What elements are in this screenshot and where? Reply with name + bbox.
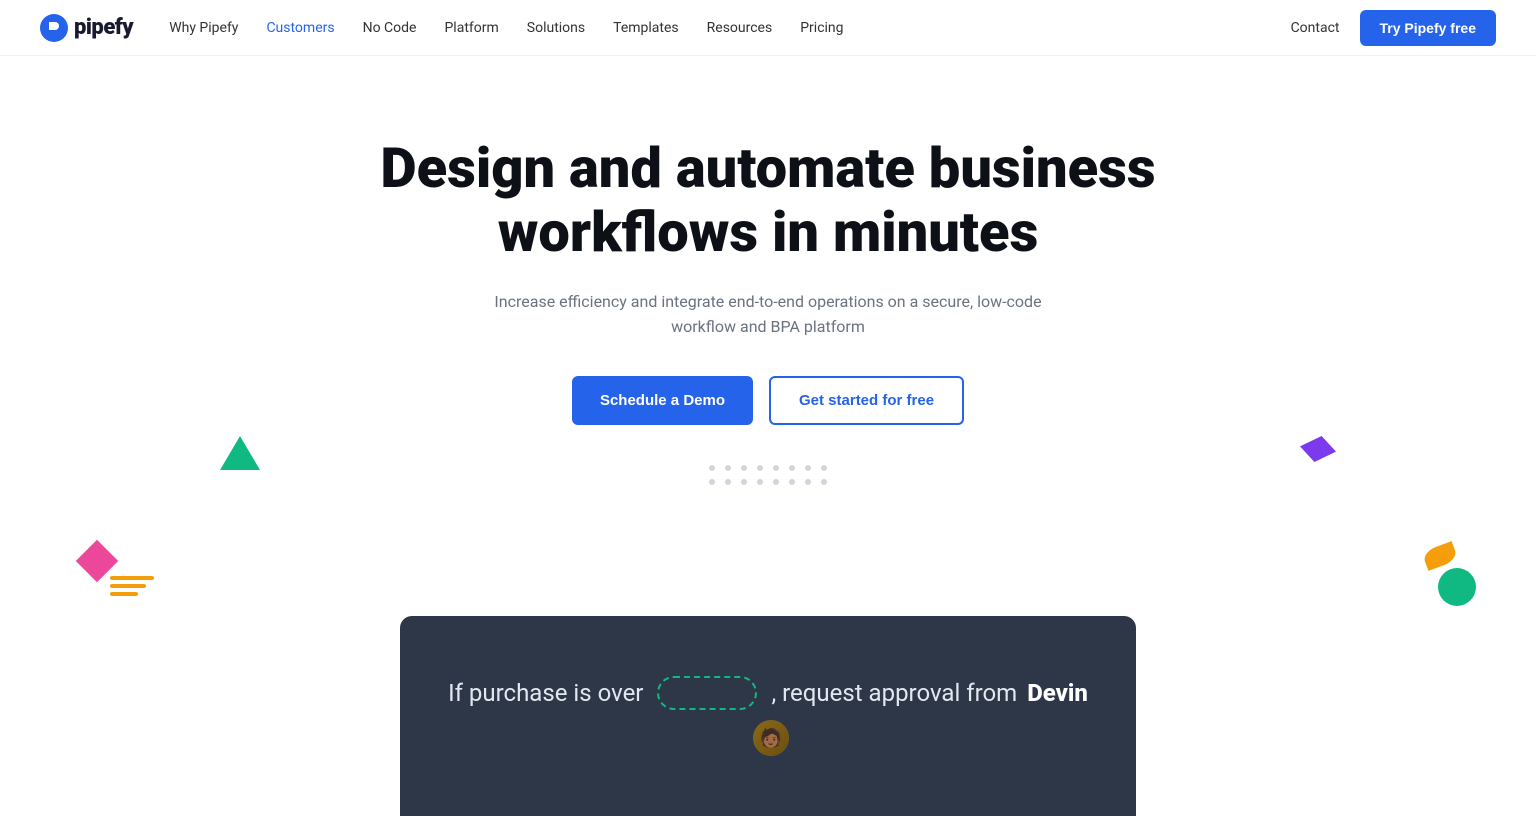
dark-section-wrapper: If purchase is over , request approval f… [0, 616, 1536, 816]
workflow-after-text: , request approval from [771, 679, 1017, 707]
nav-resources[interactable]: Resources [707, 20, 773, 36]
schedule-demo-button[interactable]: Schedule a Demo [572, 376, 753, 425]
contact-link[interactable]: Contact [1291, 20, 1340, 36]
workflow-demo-section: If purchase is over , request approval f… [400, 616, 1136, 816]
navbar: pipefy Why Pipefy Customers No Code Plat… [0, 0, 1536, 56]
try-pipefy-button[interactable]: Try Pipefy free [1360, 10, 1497, 46]
purple-shape-decoration [1300, 436, 1336, 462]
workflow-text: If purchase is over , request approval f… [440, 676, 1096, 756]
dots-decoration [40, 465, 1496, 485]
orange-leaf-decoration [1422, 541, 1459, 571]
dashed-input-box [657, 676, 757, 710]
nav-no-code[interactable]: No Code [363, 20, 417, 36]
hero-headline: Design and automate business workflows i… [378, 136, 1158, 265]
logo-text: pipefy [74, 15, 133, 40]
logo[interactable]: pipefy [40, 14, 133, 42]
workflow-name: Devin [1027, 679, 1088, 707]
get-started-button[interactable]: Get started for free [769, 376, 964, 425]
nav-why-pipefy[interactable]: Why Pipefy [169, 20, 238, 36]
hero-subtitle: Increase efficiency and integrate end-to… [478, 289, 1058, 340]
nav-platform[interactable]: Platform [444, 20, 498, 36]
pink-diamond-decoration [76, 540, 118, 582]
avatar-image: 🧑🏾 [753, 720, 789, 756]
nav-pricing[interactable]: Pricing [800, 20, 843, 36]
nav-links: Why Pipefy Customers No Code Platform So… [169, 20, 1290, 36]
nav-right: Contact Try Pipefy free [1291, 10, 1496, 46]
green-circle-decoration [1438, 568, 1476, 606]
hero-section: Design and automate business workflows i… [0, 56, 1536, 616]
nav-templates[interactable]: Templates [613, 20, 679, 36]
nav-solutions[interactable]: Solutions [527, 20, 585, 36]
hero-buttons: Schedule a Demo Get started for free [40, 376, 1496, 425]
nav-customers[interactable]: Customers [266, 20, 334, 36]
yellow-lines-decoration [110, 576, 154, 596]
avatar: 🧑🏾 [753, 720, 789, 756]
workflow-before-text: If purchase is over [448, 679, 643, 707]
